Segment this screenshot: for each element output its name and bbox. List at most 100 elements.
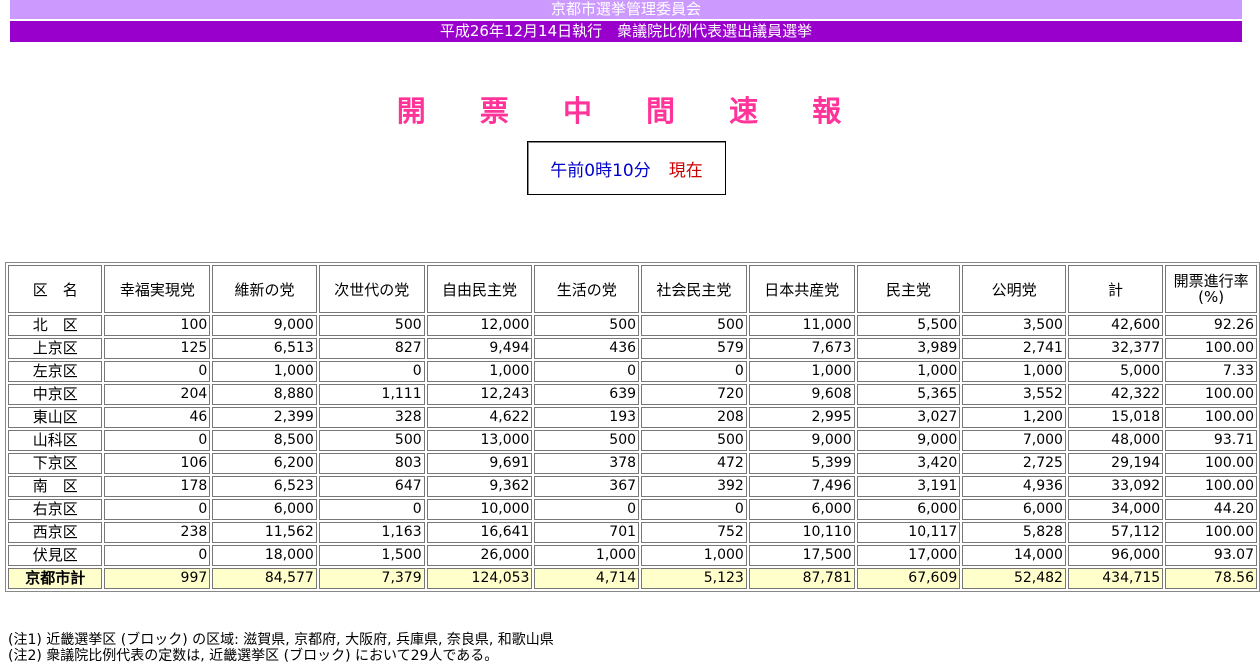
value-cell: 100.00 bbox=[1165, 476, 1257, 497]
value-cell: 10,117 bbox=[856, 522, 961, 543]
table-row: 上京区 125 6,513 827 9,494 436 579 7,673 3,989 2,741… bbox=[8, 338, 1257, 359]
value-cell: 1,000 bbox=[748, 361, 855, 382]
column-header: 生活の党 bbox=[534, 265, 640, 313]
value-cell: 93.71 bbox=[1165, 430, 1257, 451]
results-body: 北 区 100 9,000 500 12,000 500 500 11,000 5,500 3,5… bbox=[8, 315, 1257, 589]
value-cell: 193 bbox=[534, 407, 640, 428]
value-cell: 579 bbox=[641, 338, 747, 359]
district-cell: 北 区 bbox=[8, 315, 103, 336]
value-cell: 125 bbox=[104, 338, 211, 359]
column-header: 日本共産党 bbox=[748, 265, 855, 313]
value-cell: 500 bbox=[318, 430, 425, 451]
value-cell: 4,622 bbox=[426, 407, 533, 428]
column-header: 幸福実現党 bbox=[104, 265, 211, 313]
value-cell: 93.07 bbox=[1165, 545, 1257, 566]
value-cell: 9,608 bbox=[748, 384, 855, 405]
value-cell: 238 bbox=[104, 522, 211, 543]
value-cell: 48,000 bbox=[1067, 430, 1164, 451]
table-row: 左京区 0 1,000 0 1,000 0 0 1,000 1,000 1,000 5,000 7.3… bbox=[8, 361, 1257, 382]
value-cell: 639 bbox=[534, 384, 640, 405]
value-cell: 3,989 bbox=[856, 338, 961, 359]
value-cell: 2,995 bbox=[748, 407, 855, 428]
value-cell: 0 bbox=[104, 499, 211, 520]
value-cell: 9,494 bbox=[426, 338, 533, 359]
time-suffix: 現在 bbox=[668, 160, 703, 181]
time-box: 午前0時10分 現在 bbox=[527, 141, 726, 195]
value-cell: 2,725 bbox=[962, 453, 1066, 474]
column-header: 次世代の党 bbox=[318, 265, 425, 313]
value-cell: 7,673 bbox=[748, 338, 855, 359]
value-cell: 1,000 bbox=[856, 361, 961, 382]
value-cell: 0 bbox=[641, 361, 747, 382]
value-cell: 92.26 bbox=[1165, 315, 1257, 336]
value-cell: 15,018 bbox=[1067, 407, 1164, 428]
value-cell: 4,936 bbox=[962, 476, 1066, 497]
value-cell: 500 bbox=[641, 315, 747, 336]
value-cell: 1,000 bbox=[426, 361, 533, 382]
value-cell: 1,163 bbox=[318, 522, 425, 543]
value-cell: 500 bbox=[641, 430, 747, 451]
value-cell: 5,000 bbox=[1067, 361, 1164, 382]
value-cell: 7,496 bbox=[748, 476, 855, 497]
table-row: 中京区 204 8,880 1,111 12,243 639 720 9,608 5,365 3,… bbox=[8, 384, 1257, 405]
column-header: 民主党 bbox=[856, 265, 961, 313]
table-row: 東山区 46 2,399 328 4,622 193 208 2,995 3,027 1,200 1… bbox=[8, 407, 1257, 428]
value-cell: 42,600 bbox=[1067, 315, 1164, 336]
value-cell: 33,092 bbox=[1067, 476, 1164, 497]
column-header: 維新の党 bbox=[212, 265, 317, 313]
time-value: 午前0時10分 bbox=[550, 160, 651, 181]
value-cell: 44.20 bbox=[1165, 499, 1257, 520]
value-cell: 647 bbox=[318, 476, 425, 497]
value-cell: 5,399 bbox=[748, 453, 855, 474]
value-cell: 14,000 bbox=[962, 545, 1066, 566]
value-cell: 8,880 bbox=[212, 384, 317, 405]
org-name: 京都市選挙管理委員会 bbox=[550, 0, 701, 18]
column-header: 開票進行率 (%) bbox=[1165, 265, 1257, 313]
value-cell: 500 bbox=[318, 315, 425, 336]
value-cell: 9,000 bbox=[748, 430, 855, 451]
table-row: 南 区 178 6,523 647 9,362 367 392 7,496 3,191 4,936… bbox=[8, 476, 1257, 497]
value-cell: 1,111 bbox=[318, 384, 425, 405]
value-cell: 701 bbox=[534, 522, 640, 543]
value-cell: 5,123 bbox=[641, 568, 747, 589]
value-cell: 827 bbox=[318, 338, 425, 359]
value-cell: 434,715 bbox=[1067, 568, 1164, 589]
value-cell: 1,500 bbox=[318, 545, 425, 566]
value-cell: 34,000 bbox=[1067, 499, 1164, 520]
value-cell: 3,552 bbox=[962, 384, 1066, 405]
value-cell: 96,000 bbox=[1067, 545, 1164, 566]
value-cell: 16,641 bbox=[426, 522, 533, 543]
table-row: 伏見区 0 18,000 1,500 26,000 1,000 1,000 17,500 17,… bbox=[8, 545, 1257, 566]
value-cell: 7,379 bbox=[318, 568, 425, 589]
value-cell: 100.00 bbox=[1165, 522, 1257, 543]
value-cell: 436 bbox=[534, 338, 640, 359]
value-cell: 1,000 bbox=[534, 545, 640, 566]
value-cell: 17,500 bbox=[748, 545, 855, 566]
value-cell: 0 bbox=[318, 499, 425, 520]
value-cell: 52,482 bbox=[962, 568, 1066, 589]
value-cell: 100.00 bbox=[1165, 453, 1257, 474]
value-cell: 18,000 bbox=[212, 545, 317, 566]
value-cell: 378 bbox=[534, 453, 640, 474]
page-title: 開 票 中 間 速 報 bbox=[396, 94, 864, 128]
table-row: 下京区 106 6,200 803 9,691 378 472 5,399 3,420 2,725… bbox=[8, 453, 1257, 474]
table-row: 右京区 0 6,000 0 10,000 0 0 6,000 6,000 6,000 34,000 4… bbox=[8, 499, 1257, 520]
value-cell: 42,322 bbox=[1067, 384, 1164, 405]
value-cell: 100.00 bbox=[1165, 338, 1257, 359]
value-cell: 26,000 bbox=[426, 545, 533, 566]
value-cell: 11,000 bbox=[748, 315, 855, 336]
value-cell: 997 bbox=[104, 568, 211, 589]
value-cell: 3,191 bbox=[856, 476, 961, 497]
value-cell: 3,420 bbox=[856, 453, 961, 474]
value-cell: 1,000 bbox=[641, 545, 747, 566]
value-cell: 100.00 bbox=[1165, 384, 1257, 405]
value-cell: 11,562 bbox=[212, 522, 317, 543]
district-cell: 東山区 bbox=[8, 407, 103, 428]
value-cell: 367 bbox=[534, 476, 640, 497]
value-cell: 84,577 bbox=[212, 568, 317, 589]
value-cell: 32,377 bbox=[1067, 338, 1164, 359]
value-cell: 17,000 bbox=[856, 545, 961, 566]
org-banner: 京都市選挙管理委員会 bbox=[10, 0, 1242, 19]
table-row: 北 区 100 9,000 500 12,000 500 500 11,000 5,500 3,5… bbox=[8, 315, 1257, 336]
value-cell: 3,027 bbox=[856, 407, 961, 428]
